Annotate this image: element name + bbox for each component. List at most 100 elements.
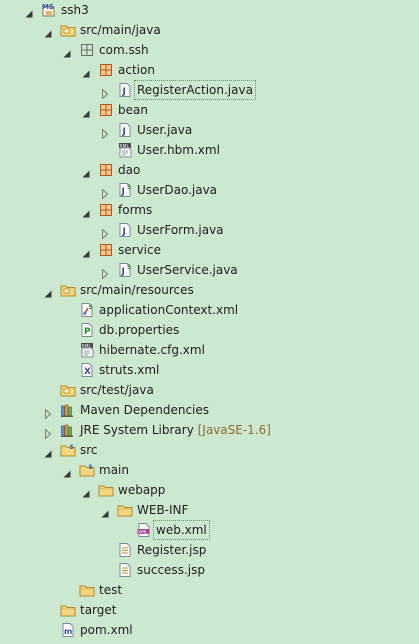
- tree-item-label: main: [99, 460, 129, 480]
- expanded-arrow-icon[interactable]: [62, 465, 72, 478]
- expanded-arrow-icon[interactable]: [43, 25, 53, 38]
- tree-item-text: web.xml: [156, 523, 207, 537]
- maven-pom-icon: m: [60, 622, 76, 638]
- tree-item-text: hibernate.cfg.xml: [99, 343, 205, 357]
- tree-item[interactable]: J RegisterAction.java: [0, 80, 419, 100]
- expanded-arrow-icon[interactable]: [81, 245, 91, 258]
- tree-item-label: src/main/resources: [80, 280, 194, 300]
- expanded-arrow-icon[interactable]: [81, 485, 91, 498]
- svg-text:X: X: [84, 367, 91, 377]
- tree-item[interactable]: J S UserService.java: [0, 260, 419, 280]
- xml-file-icon: X: [79, 362, 95, 378]
- tree-item[interactable]: XML hibernate.cfg.xml: [0, 340, 419, 360]
- tree-item[interactable]: J S UserDao.java: [0, 180, 419, 200]
- tree-item-label: User.hbm.xml: [137, 140, 220, 160]
- expanded-arrow-icon[interactable]: [81, 105, 91, 118]
- collapsed-arrow-icon[interactable]: [100, 265, 110, 280]
- tree-item-label: Register.jsp: [137, 540, 206, 560]
- svg-text:J: J: [121, 267, 125, 277]
- tree-item[interactable]: XML web.xml: [0, 520, 419, 540]
- tree-item[interactable]: Xstruts.xml: [0, 360, 419, 380]
- svg-text:S: S: [70, 444, 74, 451]
- hibernate-mapping-icon: XML: [117, 142, 133, 158]
- expanded-arrow-icon[interactable]: [100, 505, 110, 518]
- package-icon: [98, 162, 114, 178]
- expanded-arrow-icon[interactable]: [62, 45, 72, 58]
- tree-item[interactable]: action: [0, 60, 419, 80]
- collapsed-arrow-icon[interactable]: [43, 425, 53, 440]
- tree-item-label: webapp: [118, 480, 165, 500]
- tree-item[interactable]: M Sssh3: [0, 0, 419, 20]
- tree-item[interactable]: Ssrc: [0, 440, 419, 460]
- tree-item[interactable]: service: [0, 240, 419, 260]
- maven-project-icon: MS: [41, 2, 57, 18]
- tree-item-label: success.jsp: [137, 560, 205, 580]
- tree-item[interactable]: com.ssh: [0, 40, 419, 60]
- tree-item-text: forms: [118, 203, 153, 217]
- tree-item-label: UserForm.java: [137, 220, 224, 240]
- jsp-file-icon: [117, 542, 133, 558]
- tree-item-text: src/test/java: [80, 383, 154, 397]
- expanded-arrow-icon[interactable]: [43, 285, 53, 298]
- tree-item[interactable]: J User.java: [0, 120, 419, 140]
- tree-item[interactable]: m pom.xml: [0, 620, 419, 640]
- package-icon: [98, 62, 114, 78]
- tree-item-label: applicationContext.xml: [99, 300, 238, 320]
- expanded-arrow-icon[interactable]: [81, 165, 91, 178]
- tree-item-text: UserService.java: [137, 263, 238, 277]
- folder-icon: [60, 602, 76, 618]
- tree-item-label: User.java: [137, 120, 192, 140]
- tree-item-text: src/main/java: [80, 23, 161, 37]
- expanded-arrow-icon[interactable]: [24, 5, 34, 18]
- tree-item-label: src/main/java: [80, 20, 161, 40]
- tree-item[interactable]: src/main/java: [0, 20, 419, 40]
- tree-item[interactable]: target: [0, 600, 419, 620]
- tree-item-label: src/test/java: [80, 380, 154, 400]
- java-file-icon: J: [117, 82, 133, 98]
- svg-text:J: J: [122, 87, 126, 97]
- collapsed-arrow-icon[interactable]: [100, 225, 110, 240]
- tree-item[interactable]: test: [0, 580, 419, 600]
- tree-item[interactable]: JRE System Library [JavaSE-1.6]: [0, 420, 419, 440]
- tree-item[interactable]: WEB-INF: [0, 500, 419, 520]
- tree-item[interactable]: dao: [0, 160, 419, 180]
- collapsed-arrow-icon[interactable]: [43, 405, 53, 420]
- tree-item[interactable]: Register.jsp: [0, 540, 419, 560]
- tree-item[interactable]: Maven Dependencies: [0, 400, 419, 420]
- tree-item-text: applicationContext.xml: [99, 303, 239, 317]
- tree-item[interactable]: SapplicationContext.xml: [0, 300, 419, 320]
- tree-item[interactable]: bean: [0, 100, 419, 120]
- tree-item[interactable]: J UserForm.java: [0, 220, 419, 240]
- expanded-arrow-icon[interactable]: [81, 205, 91, 218]
- library-icon: [60, 422, 76, 438]
- collapsed-arrow-icon[interactable]: [100, 185, 110, 200]
- tree-item[interactable]: webapp: [0, 480, 419, 500]
- tree-item-label: RegisterAction.java: [134, 80, 256, 100]
- tree-item[interactable]: forms: [0, 200, 419, 220]
- spring-folder-icon: S: [79, 462, 95, 478]
- tree-item[interactable]: src/main/resources: [0, 280, 419, 300]
- tree-item[interactable]: XML User.hbm.xml: [0, 140, 419, 160]
- tree-item-label: forms: [118, 200, 152, 220]
- tree-item[interactable]: success.jsp: [0, 560, 419, 580]
- properties-file-icon: P: [79, 322, 95, 338]
- tree-item[interactable]: src/test/java: [0, 380, 419, 400]
- svg-text:S: S: [127, 184, 131, 191]
- tree-item-label: src: [80, 440, 98, 460]
- expanded-arrow-icon[interactable]: [43, 445, 53, 458]
- tree-item-text: target: [80, 603, 117, 617]
- spring-config-icon: S: [79, 302, 95, 318]
- project-explorer-tree: M Sssh3 src/main/java com.ssh action J Registe…: [0, 0, 419, 643]
- tree-item-text: action: [118, 63, 155, 77]
- tree-item[interactable]: Smain: [0, 460, 419, 480]
- svg-text:J: J: [122, 127, 126, 137]
- spring-java-file-icon: JS: [117, 262, 133, 278]
- collapsed-arrow-icon[interactable]: [100, 85, 110, 100]
- tree-item-text: success.jsp: [137, 563, 205, 577]
- tree-item[interactable]: Pdb.properties: [0, 320, 419, 340]
- tree-item-text: dao: [118, 163, 141, 177]
- tree-item-label: target: [80, 600, 117, 620]
- collapsed-arrow-icon[interactable]: [100, 125, 110, 140]
- svg-text:S: S: [89, 464, 93, 471]
- expanded-arrow-icon[interactable]: [81, 65, 91, 78]
